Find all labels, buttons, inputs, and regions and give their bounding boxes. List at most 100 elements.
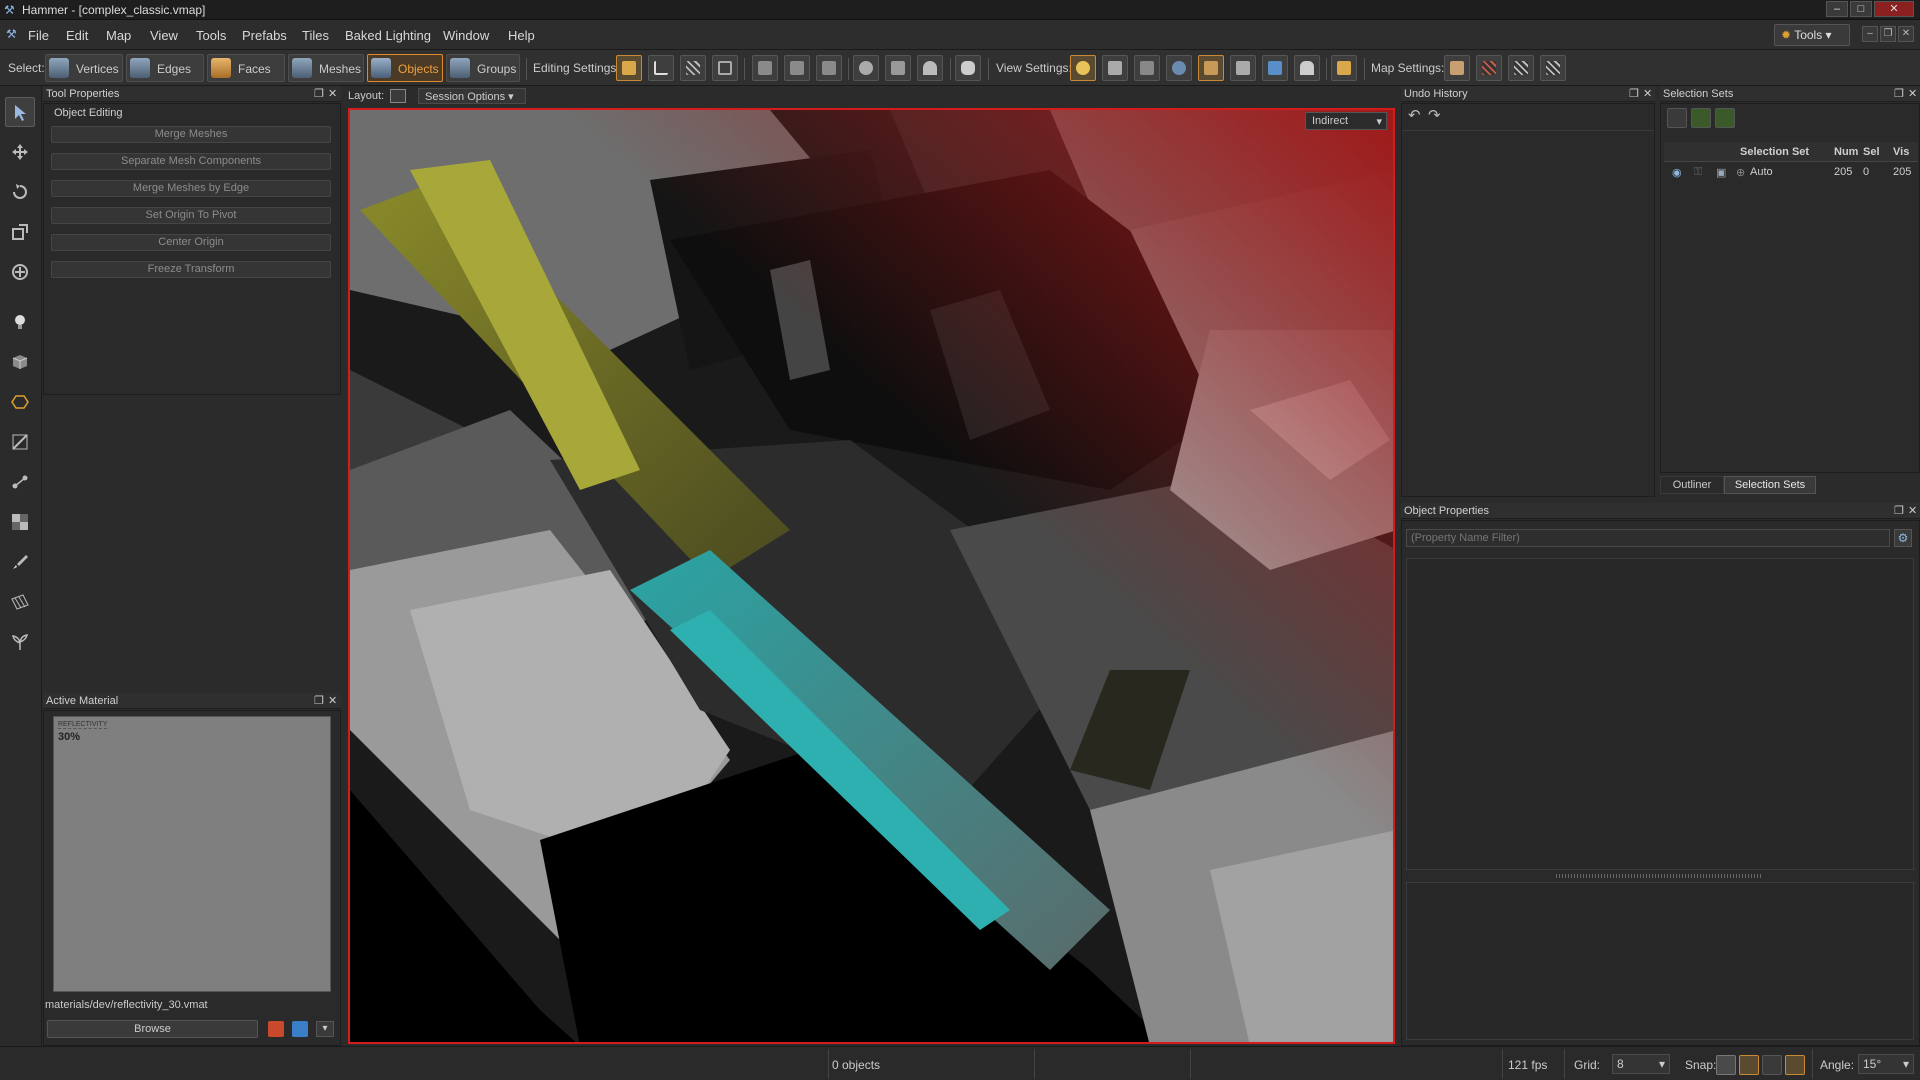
undock-icon[interactable]: ❐ bbox=[314, 86, 324, 102]
select-objects-button[interactable]: Objects bbox=[367, 54, 443, 82]
menu-view[interactable]: View bbox=[150, 28, 178, 43]
grid-size-select[interactable]: 8 ▾ bbox=[1612, 1054, 1670, 1074]
merge-meshes-by-edge-button[interactable]: Merge Meshes by Edge bbox=[51, 180, 331, 197]
close-panel-icon[interactable]: ✕ bbox=[1643, 86, 1652, 102]
freeze-transform-button[interactable]: Freeze Transform bbox=[51, 261, 331, 278]
path-tool-button[interactable] bbox=[5, 467, 35, 497]
column-selection-set[interactable]: Selection Set bbox=[1740, 146, 1809, 158]
map-nodraw-icon[interactable] bbox=[1476, 55, 1502, 81]
nudge-icon[interactable] bbox=[885, 55, 911, 81]
show-helpers-icon[interactable] bbox=[1102, 55, 1128, 81]
table-row[interactable]: ◉ ⚿ ▣ ⊕ Auto 205 0 205 bbox=[1664, 164, 1918, 182]
bounds-icon[interactable] bbox=[712, 55, 738, 81]
session-options-dropdown[interactable]: Session Options ▾ bbox=[418, 88, 526, 104]
player-preview-icon[interactable] bbox=[1294, 55, 1320, 81]
snap-grid-icon[interactable] bbox=[1716, 1055, 1736, 1075]
menu-tools[interactable]: Tools bbox=[196, 28, 226, 43]
tools-dropdown-button[interactable]: ✹ Tools ▾ bbox=[1774, 24, 1850, 46]
material-thumbnail[interactable]: REFLECTIVITY 30% bbox=[53, 716, 331, 992]
mdi-restore-button[interactable]: ❐ bbox=[1880, 26, 1896, 42]
close-window-button[interactable]: ✕ bbox=[1874, 1, 1914, 17]
new-selection-set-icon[interactable] bbox=[1667, 108, 1687, 128]
app-menu-icon[interactable]: ⚒ bbox=[6, 27, 17, 41]
texture-tool-button[interactable] bbox=[5, 507, 35, 537]
column-num[interactable]: Num bbox=[1834, 146, 1858, 158]
scale-tool-button[interactable] bbox=[5, 217, 35, 247]
merge-meshes-button[interactable]: Merge Meshes bbox=[51, 126, 331, 143]
minimize-window-button[interactable]: – bbox=[1826, 1, 1848, 17]
menu-help[interactable]: Help bbox=[508, 28, 535, 43]
local-space-icon[interactable] bbox=[648, 55, 674, 81]
splitter-handle[interactable] bbox=[1556, 874, 1762, 878]
property-filter-input[interactable] bbox=[1406, 529, 1890, 547]
column-sel[interactable]: Sel bbox=[1863, 146, 1880, 158]
center-origin-button[interactable]: Center Origin bbox=[51, 234, 331, 251]
select-faces-button[interactable]: Faces bbox=[207, 54, 285, 82]
select-tool-button[interactable] bbox=[5, 97, 35, 127]
entity-tool-button[interactable] bbox=[5, 307, 35, 337]
rotate-tool-button[interactable] bbox=[5, 177, 35, 207]
umbrella-icon[interactable] bbox=[917, 55, 943, 81]
show-sky-icon[interactable] bbox=[1166, 55, 1192, 81]
close-panel-icon[interactable]: ✕ bbox=[328, 693, 337, 709]
block-tool-button[interactable] bbox=[5, 347, 35, 377]
material-options-dropdown[interactable]: ▾ bbox=[316, 1021, 334, 1037]
undock-icon[interactable]: ❐ bbox=[1629, 86, 1639, 102]
eye-icon[interactable]: ◉ bbox=[1672, 166, 1682, 179]
menu-map[interactable]: Map bbox=[106, 28, 131, 43]
menu-prefabs[interactable]: Prefabs bbox=[242, 28, 287, 43]
column-vis[interactable]: Vis bbox=[1893, 146, 1909, 158]
mdi-minimize-button[interactable]: – bbox=[1862, 26, 1878, 42]
menu-baked-lighting[interactable]: Baked Lighting bbox=[345, 28, 431, 43]
show-models-icon[interactable] bbox=[1134, 55, 1160, 81]
paint-tool-button[interactable] bbox=[5, 547, 35, 577]
map-properties-icon[interactable] bbox=[1444, 55, 1470, 81]
map-clip-icon[interactable] bbox=[1508, 55, 1534, 81]
snap-grid-icon[interactable] bbox=[680, 55, 706, 81]
clipping-tool-button[interactable] bbox=[5, 427, 35, 457]
snap-surface-icon[interactable] bbox=[1785, 1055, 1805, 1075]
snap-vertex-icon[interactable] bbox=[1739, 1055, 1759, 1075]
gear-icon[interactable]: ⚙ bbox=[1894, 529, 1912, 547]
foliage-tool-button[interactable] bbox=[5, 627, 35, 657]
snap-angle-icon[interactable] bbox=[1762, 1055, 1782, 1075]
separate-mesh-components-button[interactable]: Separate Mesh Components bbox=[51, 153, 331, 170]
expand-icon[interactable]: ⊕ bbox=[1736, 166, 1745, 179]
gamepad-icon[interactable] bbox=[955, 55, 981, 81]
close-panel-icon[interactable]: ✕ bbox=[1908, 86, 1917, 102]
translate-tool-button[interactable] bbox=[5, 137, 35, 167]
lighting-preview-icon[interactable] bbox=[1070, 55, 1096, 81]
redo-icon[interactable]: ↷ bbox=[1428, 106, 1441, 124]
browse-button[interactable]: Browse bbox=[47, 1020, 258, 1038]
select-vertices-button[interactable]: Vertices bbox=[45, 54, 123, 82]
tile-tool-button[interactable] bbox=[5, 587, 35, 617]
material-pick-icon[interactable] bbox=[268, 1021, 284, 1037]
mdi-close-button[interactable]: ✕ bbox=[1898, 26, 1914, 42]
undock-icon[interactable]: ❐ bbox=[314, 693, 324, 709]
undock-icon[interactable]: ❐ bbox=[1894, 503, 1904, 519]
menu-file[interactable]: File bbox=[28, 28, 49, 43]
map-add-icon[interactable] bbox=[1540, 55, 1566, 81]
undock-icon[interactable]: ❐ bbox=[1894, 86, 1904, 102]
close-panel-icon[interactable]: ✕ bbox=[328, 86, 337, 102]
close-panel-icon[interactable]: ✕ bbox=[1908, 503, 1917, 519]
pivot-tool-button[interactable] bbox=[5, 257, 35, 287]
select-connected-icon[interactable] bbox=[784, 55, 810, 81]
menu-window[interactable]: Window bbox=[443, 28, 489, 43]
menu-tiles[interactable]: Tiles bbox=[302, 28, 329, 43]
render-mode-dropdown[interactable]: Indirect ▾ bbox=[1305, 112, 1387, 130]
tab-outliner[interactable]: Outliner bbox=[1660, 476, 1724, 494]
select-edges-button[interactable]: Edges bbox=[126, 54, 204, 82]
angle-select[interactable]: 15° ▾ bbox=[1858, 1054, 1914, 1074]
select-meshes-button[interactable]: Meshes bbox=[288, 54, 364, 82]
show-tools-materials-icon[interactable] bbox=[1230, 55, 1256, 81]
polygon-tool-button[interactable] bbox=[5, 387, 35, 417]
select-through-icon[interactable] bbox=[752, 55, 778, 81]
pivot-settings-icon[interactable] bbox=[616, 55, 642, 81]
undo-icon[interactable]: ↶ bbox=[1408, 106, 1421, 124]
layout-grid-icon[interactable] bbox=[390, 89, 406, 103]
material-apply-icon[interactable] bbox=[292, 1021, 308, 1037]
monitor-icon[interactable] bbox=[1331, 55, 1357, 81]
3d-viewport[interactable]: Indirect ▾ bbox=[348, 108, 1395, 1044]
maximize-window-button[interactable]: □ bbox=[1850, 1, 1872, 17]
